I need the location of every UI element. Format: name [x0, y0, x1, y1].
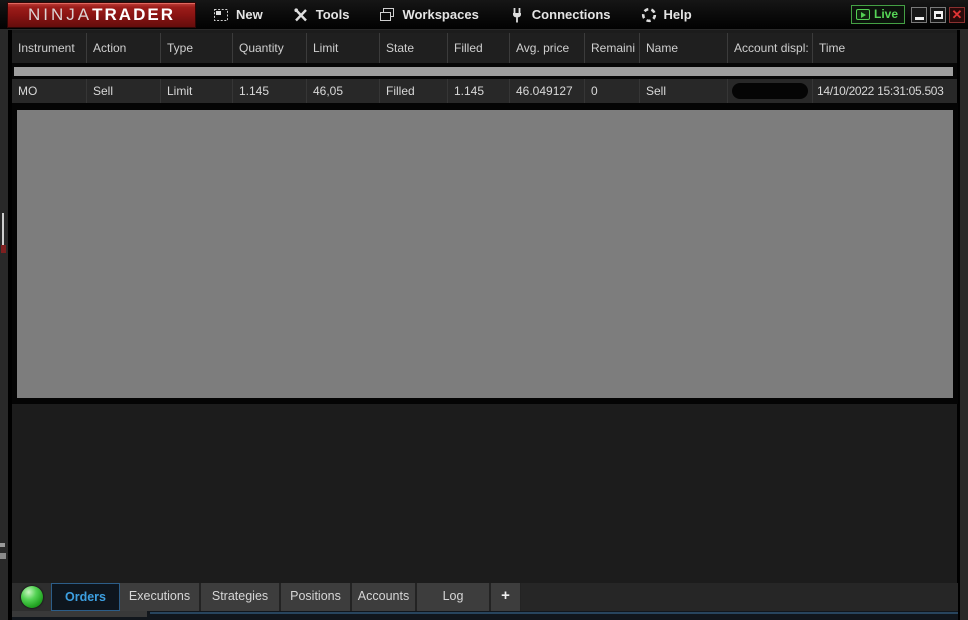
cell-state[interactable]: Filled — [380, 79, 448, 103]
menu-workspaces[interactable]: Workspaces — [379, 7, 479, 23]
menu-help[interactable]: Help — [641, 7, 692, 23]
plug-icon — [509, 7, 525, 23]
cell-name[interactable]: Sell — [640, 79, 728, 103]
cell-remaining[interactable]: 0 — [585, 79, 640, 103]
column-header-state[interactable]: State — [380, 33, 448, 63]
menu-new-label: New — [236, 7, 263, 22]
tab-executions[interactable]: Executions — [120, 583, 201, 611]
cell-instrument[interactable]: MO — [12, 79, 87, 103]
cell-action[interactable]: Sell — [87, 79, 161, 103]
cell-quantity[interactable]: 1.145 — [233, 79, 307, 103]
live-play-icon — [855, 9, 870, 20]
cell-avg-price[interactable]: 46.049127 — [510, 79, 585, 103]
menu-connections[interactable]: Connections — [509, 7, 611, 23]
bottom-left-segment — [12, 611, 147, 617]
column-header-remaining[interactable]: Remaini — [585, 33, 640, 63]
left-window-edge — [0, 30, 12, 620]
bottom-tab-bar: Orders Executions Strategies Positions A… — [12, 583, 958, 611]
ninjatrader-logo: NINJA TRADER — [8, 2, 195, 27]
cell-time[interactable]: 14/10/2022 15:31:05.503 — [813, 79, 957, 103]
live-connection-badge[interactable]: Live — [850, 5, 905, 24]
ninjatrader-control-center-window: NINJA TRADER New Tools Workspaces Connec… — [0, 0, 968, 620]
workspaces-icon — [379, 7, 395, 23]
tab-positions[interactable]: Positions — [281, 583, 352, 611]
column-header-type[interactable]: Type — [161, 33, 233, 63]
connection-status-cell — [12, 583, 51, 611]
background-window-artifact — [0, 553, 6, 559]
background-window-artifact — [1, 245, 6, 253]
redacted-account-scribble — [732, 83, 808, 99]
help-icon — [641, 7, 657, 23]
redaction-bar — [14, 67, 953, 76]
redacted-orders-area — [17, 110, 953, 398]
column-header-limit[interactable]: Limit — [307, 33, 380, 63]
background-window-artifact — [0, 543, 5, 547]
column-header-avg-price[interactable]: Avg. price — [510, 33, 585, 63]
add-tab-button[interactable]: + — [491, 583, 521, 611]
menu-bar: New Tools Workspaces Connections Help — [213, 7, 722, 23]
column-header-account-display[interactable]: Account displ: — [728, 33, 813, 63]
redacted-region-frame — [12, 103, 958, 404]
menu-help-label: Help — [663, 7, 692, 22]
menu-tools-label: Tools — [315, 7, 350, 22]
right-window-edge — [957, 30, 968, 620]
title-bar: NINJA TRADER New Tools Workspaces Connec… — [0, 0, 968, 30]
close-button[interactable]: ✕ — [949, 6, 965, 23]
cell-limit[interactable]: 46,05 — [307, 79, 380, 103]
maximize-icon — [933, 10, 943, 19]
close-icon: ✕ — [951, 7, 963, 22]
window-bottom-edge — [12, 611, 958, 620]
new-window-icon — [213, 7, 229, 23]
column-header-quantity[interactable]: Quantity — [233, 33, 307, 63]
tab-strategies[interactable]: Strategies — [201, 583, 281, 611]
minimize-icon — [914, 16, 924, 20]
connection-status-orb-icon — [20, 586, 43, 608]
menu-tools[interactable]: Tools — [293, 7, 350, 23]
column-header-instrument[interactable]: Instrument — [12, 33, 87, 63]
tab-accounts[interactable]: Accounts — [352, 583, 417, 611]
minimize-button[interactable] — [911, 6, 927, 23]
background-window-artifact — [2, 213, 4, 245]
column-header-name[interactable]: Name — [640, 33, 728, 63]
redacted-order-row — [12, 63, 957, 79]
maximize-button[interactable] — [930, 6, 946, 23]
live-label: Live — [873, 7, 898, 21]
column-header-action[interactable]: Action — [87, 33, 161, 63]
column-header-time[interactable]: Time — [813, 33, 957, 63]
titlebar-controls: Live ✕ — [850, 5, 965, 24]
active-tab-underline — [150, 612, 958, 614]
tools-icon — [293, 7, 309, 23]
cell-account-display[interactable] — [728, 79, 813, 103]
cell-filled[interactable]: 1.145 — [448, 79, 510, 103]
menu-workspaces-label: Workspaces — [402, 7, 479, 22]
tab-orders[interactable]: Orders — [51, 583, 120, 611]
menu-new[interactable]: New — [213, 7, 263, 23]
logo-text-trader: TRADER — [92, 4, 175, 24]
menu-connections-label: Connections — [531, 7, 611, 22]
tab-log[interactable]: Log — [417, 583, 491, 611]
orders-grid-header: Instrument Action Type Quantity Limit St… — [12, 33, 957, 63]
column-header-filled[interactable]: Filled — [448, 33, 510, 63]
logo-text-ninja: NINJA — [28, 4, 93, 24]
cell-type[interactable]: Limit — [161, 79, 233, 103]
order-row[interactable]: MO Sell Limit 1.145 46,05 Filled 1.145 4… — [12, 79, 957, 103]
